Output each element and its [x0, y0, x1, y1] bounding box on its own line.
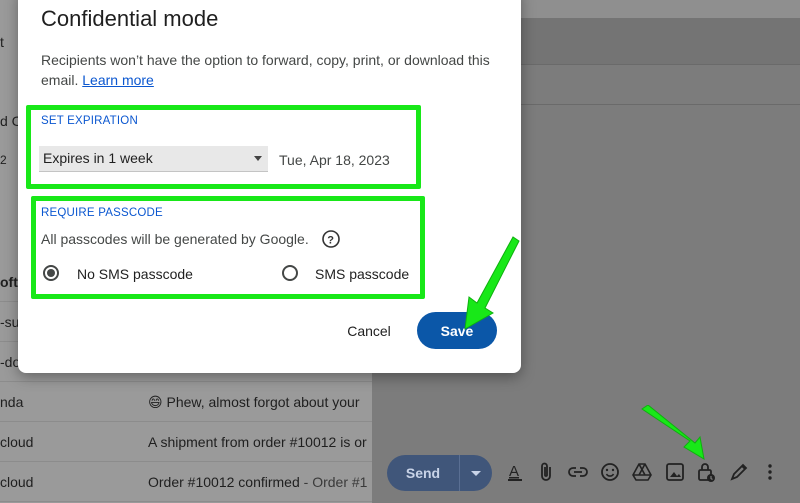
list-item-from: oft [0, 274, 18, 290]
dialog-title: Confidential mode [41, 6, 219, 31]
list-item-from: cloud [0, 474, 34, 490]
annotation-arrow-icon [464, 236, 520, 330]
passcode-highlight-box [31, 196, 425, 299]
send-button[interactable]: Send [387, 455, 459, 491]
attach-icon[interactable] [534, 460, 558, 484]
format-text-icon[interactable]: A [503, 460, 527, 484]
cancel-button[interactable]: Cancel [336, 319, 402, 343]
signature-pen-icon[interactable] [727, 460, 751, 484]
svg-text:A: A [509, 463, 519, 480]
link-icon[interactable] [566, 460, 590, 484]
list-item-subject: 😄 Phew, almost forgot about your [148, 394, 360, 410]
list-item-subject: A shipment from order #10012 is or [148, 434, 367, 450]
annotation-arrow-icon [641, 405, 705, 460]
chevron-down-icon [471, 470, 481, 476]
expiration-highlight-box [26, 105, 421, 189]
list-item-from: cloud [0, 434, 34, 450]
list-item-from: nda [0, 394, 24, 410]
list-item-from: -su [0, 314, 20, 330]
list-fragment: t [0, 34, 4, 50]
send-button-group: Send [387, 455, 492, 491]
list-item-subject-text: Order #10012 confirmed [148, 474, 300, 490]
list-item-snippet: - Order #1 [299, 474, 368, 490]
list-item[interactable]: cloud Order #10012 confirmed - Order #1 [0, 462, 372, 502]
list-item[interactable]: nda 😄 Phew, almost forgot about your [0, 382, 372, 422]
learn-more-link[interactable]: Learn more [82, 72, 154, 88]
emoji-icon[interactable] [598, 460, 622, 484]
list-item[interactable]: cloud A shipment from order #10012 is or [0, 422, 372, 462]
more-options-icon[interactable] [758, 460, 782, 484]
list-item-subject: Order #10012 confirmed - Order #1 [148, 474, 367, 490]
dialog-description: Recipients won’t have the option to forw… [41, 50, 501, 90]
list-fragment: 2 [0, 153, 7, 167]
